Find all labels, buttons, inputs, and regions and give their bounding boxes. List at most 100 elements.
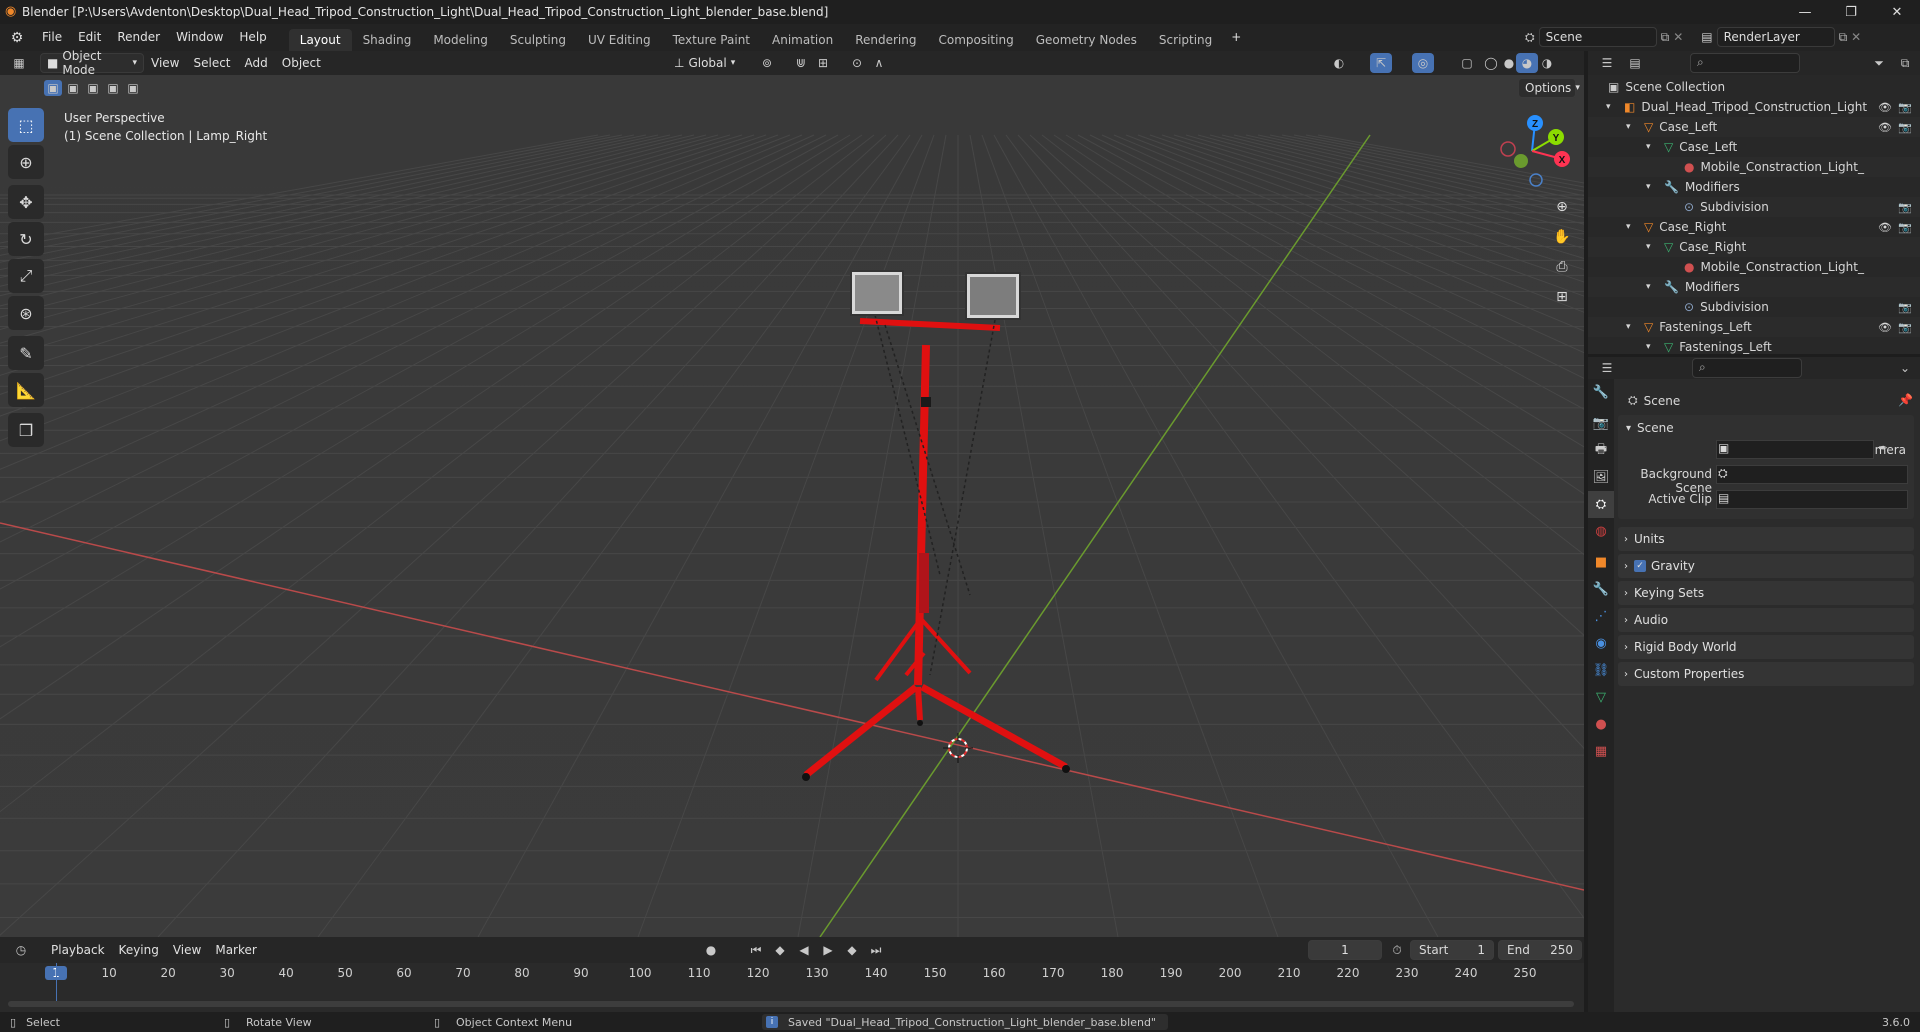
select-subtract-icon[interactable]: ▣	[84, 80, 102, 96]
render-camera-icon[interactable]: 📷	[1898, 221, 1912, 234]
menu-timeline-view[interactable]: View	[166, 943, 208, 957]
outliner-row[interactable]: ▾ ▽ Case_Right	[1588, 237, 1920, 257]
transform-tool-icon[interactable]: ⊛	[8, 296, 44, 330]
menu-keying[interactable]: Keying	[112, 943, 166, 957]
gravity-panel[interactable]: › ✓ Gravity	[1618, 554, 1914, 578]
constraints-tab-icon[interactable]: ⛓	[1588, 657, 1614, 684]
outliner-row[interactable]: ⊙ Subdivision 📷	[1588, 297, 1920, 317]
physics-tab-icon[interactable]: ◉	[1588, 630, 1614, 657]
3d-viewport[interactable]: ▣ ▣ ▣ ▣ ▣ Options ▾ User Perspective (1) …	[0, 75, 1584, 937]
tab-uv-editing[interactable]: UV Editing	[577, 29, 662, 51]
scale-tool-icon[interactable]: ⤢	[8, 259, 44, 293]
new-scene-icon[interactable]: ⧉	[1661, 30, 1670, 45]
rigid-body-world-panel[interactable]: › Rigid Body World	[1618, 635, 1914, 659]
timeline-ruler[interactable]: 1102030405060708090100110120130140150160…	[0, 963, 1584, 1012]
chevron-down-icon[interactable]: ▾	[1626, 222, 1638, 232]
outliner-row[interactable]: ● Mobile_Constraction_Light_	[1588, 157, 1920, 177]
menu-marker[interactable]: Marker	[208, 943, 263, 957]
play-reverse-icon[interactable]: ◀	[793, 940, 815, 960]
menu-playback[interactable]: Playback	[44, 943, 112, 957]
view-layer-icon[interactable]: ▤	[1701, 30, 1712, 44]
render-tab-icon[interactable]: 📷	[1588, 410, 1614, 437]
scene-section-header[interactable]: ▾ Scene	[1618, 415, 1914, 441]
gravity-checkbox[interactable]: ✓	[1634, 560, 1646, 572]
outliner-row[interactable]: ▾ ▽ Case_Left 👁 📷	[1588, 117, 1920, 137]
tab-texture-paint[interactable]: Texture Paint	[662, 29, 761, 51]
menu-file[interactable]: File	[34, 24, 70, 51]
chevron-down-icon[interactable]: ▾	[1646, 142, 1658, 152]
chevron-down-icon[interactable]: ▾	[1646, 182, 1658, 192]
chevron-down-icon[interactable]: ▾	[1626, 122, 1638, 132]
menu-render[interactable]: Render	[109, 24, 168, 51]
new-view-layer-icon[interactable]: ⧉	[1839, 30, 1848, 45]
menu-add[interactable]: Add	[238, 56, 275, 70]
view-layer-tab-icon[interactable]: 🖼	[1588, 464, 1614, 491]
keying-sets-panel[interactable]: › Keying Sets	[1618, 581, 1914, 605]
ortho-grid-icon[interactable]: ⊞	[1550, 285, 1574, 309]
eye-icon[interactable]: 👁	[1878, 321, 1892, 334]
overlay-toggle-icon[interactable]: ◎	[1412, 53, 1434, 73]
tab-layout[interactable]: Layout	[288, 28, 352, 51]
gizmo-toggle-icon[interactable]: ⇱	[1370, 53, 1392, 73]
transform-orientation-dropdown[interactable]: ⊥ Global ▾	[668, 53, 746, 73]
chevron-down-icon[interactable]: ▾	[1606, 102, 1618, 112]
pivot-icon[interactable]: ⊚	[756, 53, 778, 73]
modifier-tab-icon[interactable]: 🔧	[1588, 576, 1614, 603]
tool-tab-icon[interactable]: 🔧	[1588, 379, 1614, 406]
add-workspace-icon[interactable]: +	[1223, 24, 1249, 51]
scene-tab-icon[interactable]: ⛭	[1588, 491, 1614, 518]
stopwatch-icon[interactable]: ⏱	[1386, 940, 1408, 960]
close-button[interactable]: ✕	[1874, 0, 1920, 24]
outliner-search-input[interactable]: ⌕	[1690, 53, 1800, 73]
object-tab-icon[interactable]: ■	[1588, 549, 1614, 576]
editor-type-icon[interactable]: ▦	[8, 53, 30, 73]
particles-tab-icon[interactable]: ⋰	[1588, 603, 1614, 630]
chevron-down-icon[interactable]: ▾	[1646, 282, 1658, 292]
outliner-editor-icon[interactable]: ☰	[1596, 53, 1618, 73]
properties-search-input[interactable]: ⌕	[1692, 358, 1802, 378]
outliner-row[interactable]: ▾ 🔧 Modifiers	[1588, 177, 1920, 197]
tab-compositing[interactable]: Compositing	[927, 29, 1024, 51]
outliner-row[interactable]: ▾ ▽ Case_Left	[1588, 137, 1920, 157]
tab-shading[interactable]: Shading	[352, 29, 423, 51]
menu-select[interactable]: Select	[186, 56, 237, 70]
chevron-down-icon[interactable]: ⌄	[1894, 358, 1916, 378]
delete-view-layer-icon[interactable]: ✕	[1851, 30, 1861, 44]
select-extend-icon[interactable]: ▣	[64, 80, 82, 96]
prev-keyframe-icon[interactable]: ◆	[769, 940, 791, 960]
select-invert-icon[interactable]: ▣	[104, 80, 122, 96]
properties-editor-icon[interactable]: ☰	[1596, 358, 1618, 378]
texture-tab-icon[interactable]: ▦	[1588, 738, 1614, 765]
menu-edit[interactable]: Edit	[70, 24, 109, 51]
active-clip-field[interactable]	[1716, 490, 1908, 509]
eye-icon[interactable]: 👁	[1878, 101, 1892, 114]
scene-field[interactable]: Scene	[1538, 27, 1657, 47]
play-icon[interactable]: ▶	[817, 940, 839, 960]
chevron-down-icon[interactable]: ▾	[1646, 242, 1658, 252]
snap-target-icon[interactable]: ⊞	[812, 53, 834, 73]
tab-rendering[interactable]: Rendering	[844, 29, 927, 51]
tab-modeling[interactable]: Modeling	[422, 29, 499, 51]
measure-tool-icon[interactable]: 📐	[8, 373, 44, 407]
zoom-icon[interactable]: ⊕	[1550, 195, 1574, 219]
minimize-button[interactable]: —	[1782, 0, 1828, 24]
tab-sculpting[interactable]: Sculpting	[499, 29, 577, 51]
eye-icon[interactable]: 👁	[1878, 221, 1892, 234]
options-dropdown[interactable]: Options ▾	[1518, 78, 1580, 98]
pin-icon[interactable]: 📌	[1898, 393, 1913, 407]
xray-icon[interactable]: ▢	[1456, 53, 1478, 73]
render-camera-icon[interactable]: 📷	[1898, 301, 1912, 314]
end-frame-field[interactable]: End 250	[1498, 940, 1582, 960]
start-frame-field[interactable]: Start 1	[1410, 940, 1494, 960]
current-frame-field[interactable]: 1	[1308, 940, 1382, 960]
menu-object[interactable]: Object	[275, 56, 328, 70]
menu-help[interactable]: Help	[231, 24, 274, 51]
visibility-icon[interactable]: ◐	[1328, 53, 1350, 73]
outliner-row[interactable]: ▾ ◧ Dual_Head_Tripod_Construction_Light 👁 📷	[1588, 97, 1920, 117]
chevron-down-icon[interactable]: ▾	[1646, 342, 1658, 352]
render-camera-icon[interactable]: 📷	[1898, 121, 1912, 134]
timeline-scrollbar[interactable]	[8, 1001, 1574, 1007]
navigation-gizmo[interactable]: Z Y X	[1490, 109, 1574, 193]
eye-icon[interactable]: 👁	[1878, 121, 1892, 134]
falloff-icon[interactable]: ∧	[868, 53, 890, 73]
